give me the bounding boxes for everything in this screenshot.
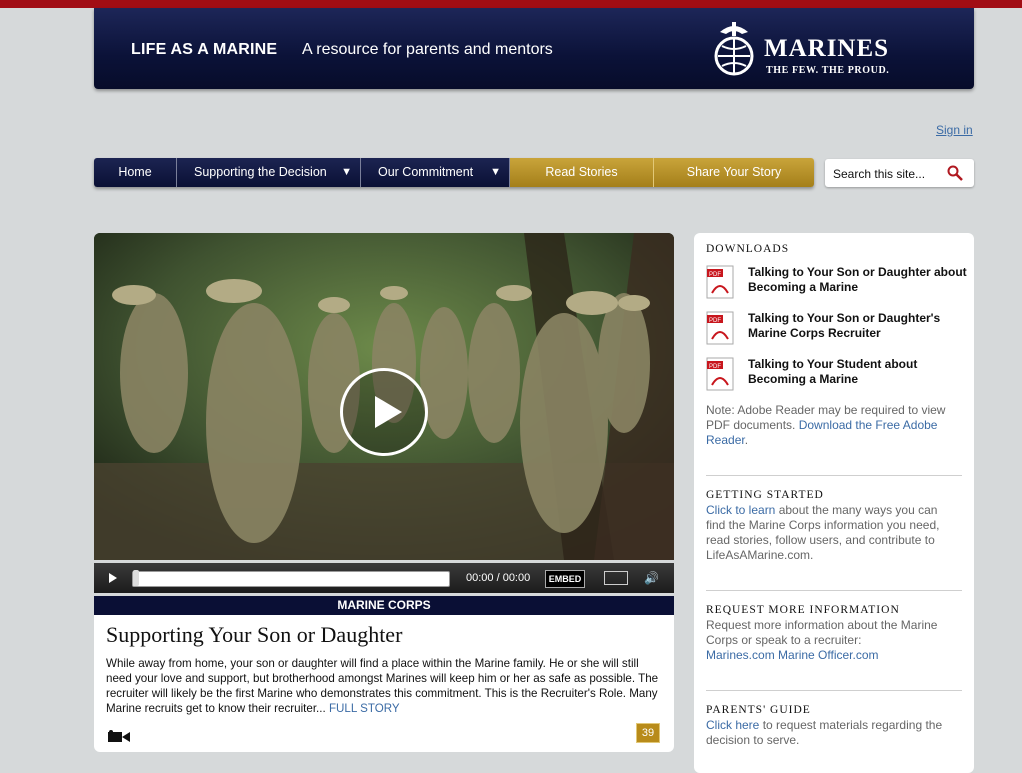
nav-home[interactable]: Home: [94, 158, 177, 187]
site-search-input[interactable]: Search this site...: [825, 159, 974, 187]
download-title[interactable]: Talking to Your Student about Becoming a…: [748, 357, 968, 387]
dropdown-arrow-icon: ▼: [341, 166, 352, 178]
divider: [706, 475, 962, 476]
search-placeholder: Search this site...: [833, 167, 926, 181]
nav-label: Home: [118, 165, 152, 179]
search-icon[interactable]: [947, 165, 963, 181]
getting-started-text: Click to learn about the many ways you c…: [706, 503, 960, 563]
play-overlay-button[interactable]: [340, 368, 428, 456]
eagle-globe-anchor-icon: [714, 22, 754, 76]
site-tagline: A resource for parents and mentors: [302, 41, 553, 58]
parents-guide-text: Click here to request materials regardin…: [706, 718, 960, 748]
fullscreen-icon[interactable]: [604, 571, 628, 585]
marines-com-link[interactable]: Marines.com: [706, 648, 775, 662]
download-item[interactable]: PDF Talking to Your Son or Daughter abou…: [706, 265, 968, 305]
site-header: LIFE AS A MARINE A resource for parents …: [94, 8, 974, 89]
svg-text:PDF: PDF: [709, 272, 721, 278]
story-excerpt: While away from home, your son or daught…: [106, 656, 662, 716]
request-info-body: Request more information about the Marin…: [706, 618, 938, 647]
comment-count-badge[interactable]: 39: [636, 723, 660, 743]
getting-started-heading: GETTING STARTED: [706, 489, 824, 501]
nav-read-stories[interactable]: Read Stories: [510, 158, 654, 187]
parents-guide-heading: PARENTS' GUIDE: [706, 704, 811, 716]
request-info-text: Request more information about the Marin…: [706, 618, 960, 663]
divider: [706, 590, 962, 591]
play-icon[interactable]: [109, 573, 117, 583]
nav-label: Supporting the Decision: [194, 165, 327, 179]
nav-label: Share Your Story: [686, 165, 782, 179]
nav-share-your-story[interactable]: Share Your Story: [654, 158, 814, 187]
request-info-heading: REQUEST MORE INFORMATION: [706, 604, 900, 616]
story-title[interactable]: Supporting Your Son or Daughter: [106, 622, 402, 648]
click-to-learn-link[interactable]: Click to learn: [706, 503, 775, 517]
video-camera-icon: [108, 730, 130, 742]
pdf-icon: PDF: [706, 311, 734, 345]
story-card: Supporting Your Son or Daughter While aw…: [94, 615, 674, 752]
full-story-link[interactable]: FULL STORY: [329, 702, 400, 715]
progress-handle[interactable]: [133, 570, 139, 586]
download-item[interactable]: PDF Talking to Your Student about Becomi…: [706, 357, 968, 397]
marines-logo[interactable]: MARINES THE FEW. THE PROUD.: [706, 18, 936, 80]
svg-text:PDF: PDF: [709, 318, 721, 324]
download-title[interactable]: Talking to Your Son or Daughter's Marine…: [748, 311, 968, 341]
main-nav: Home Supporting the Decision ▼ Our Commit…: [94, 158, 814, 187]
sign-in-link[interactable]: Sign in: [936, 123, 973, 137]
download-title[interactable]: Talking to Your Son or Daughter about Be…: [748, 265, 968, 295]
video-progress-bar[interactable]: [132, 571, 450, 587]
downloads-heading: DOWNLOADS: [706, 243, 790, 255]
divider: [706, 690, 962, 691]
nav-label: Our Commitment: [378, 165, 474, 179]
volume-icon[interactable]: 🔊: [644, 571, 659, 585]
nav-label: Read Stories: [545, 165, 618, 179]
download-item[interactable]: PDF Talking to Your Son or Daughter's Ma…: [706, 311, 968, 351]
marine-officer-link[interactable]: Marine Officer.com: [778, 648, 878, 662]
pdf-icon: PDF: [706, 265, 734, 299]
nav-supporting-the-decision[interactable]: Supporting the Decision ▼: [177, 158, 361, 187]
logo-slogan: THE FEW. THE PROUD.: [766, 65, 890, 76]
logo-wordmark: MARINES: [764, 35, 890, 62]
svg-text:PDF: PDF: [709, 364, 721, 370]
pdf-note: Note: Adobe Reader may be required to vi…: [706, 403, 946, 447]
pdf-icon: PDF: [706, 357, 734, 391]
embed-button[interactable]: EMBED: [545, 570, 585, 588]
video-controls: 00:00 / 00:00 EMBED 🔊: [94, 563, 674, 593]
click-here-link[interactable]: Click here: [706, 718, 759, 732]
video-player[interactable]: [94, 233, 674, 560]
story-category: MARINE CORPS: [94, 596, 674, 615]
site-title[interactable]: LIFE AS A MARINE: [131, 41, 277, 59]
nav-our-commitment[interactable]: Our Commitment ▼: [361, 158, 510, 187]
video-time: 00:00 / 00:00: [466, 572, 531, 584]
dropdown-arrow-icon: ▼: [490, 166, 501, 178]
top-accent-bar: [0, 0, 1022, 8]
sidebar: DOWNLOADS PDF Talking to Your Son or Dau…: [694, 233, 974, 773]
